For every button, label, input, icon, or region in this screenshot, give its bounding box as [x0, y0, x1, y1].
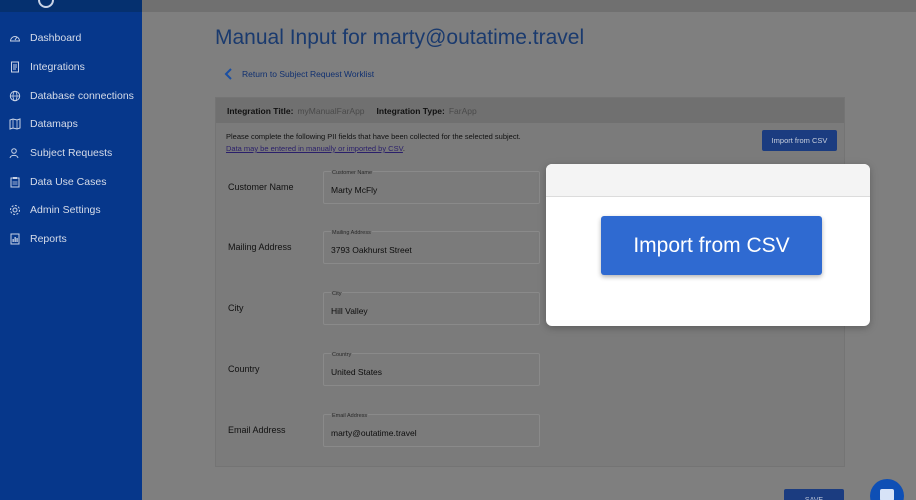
sidebar-item-label: Admin Settings [30, 204, 101, 217]
import-csv-button[interactable]: Import from CSV [762, 130, 837, 151]
back-link-label: Return to Subject Request Worklist [242, 69, 375, 79]
gauge-icon [9, 36, 21, 42]
customer-name-field[interactable]: Customer Name Marty McFly [323, 170, 540, 204]
sidebar-item-subject-requests[interactable]: Subject Requests [0, 139, 142, 168]
sidebar-item-label: Subject Requests [30, 147, 113, 160]
report-icon [10, 233, 20, 245]
top-bar [142, 0, 916, 12]
field-legend: Country [331, 352, 353, 358]
gear-icon [10, 205, 20, 216]
field-row-email-address: Email Address Email Address marty@outati… [216, 413, 844, 454]
sidebar-item-datamaps[interactable]: Datamaps [0, 110, 142, 139]
import-csv-button-highlighted[interactable]: Import from CSV [601, 216, 822, 275]
field-value: United States [331, 367, 383, 377]
sidebar: Dashboard Integrations Database connecti… [0, 0, 142, 500]
sidebar-item-label: Dashboard [30, 32, 82, 45]
field-legend: Customer Name [331, 170, 374, 176]
integration-title-value: myManualFarApp [297, 105, 365, 116]
highlight-band [546, 164, 870, 197]
integration-type-value: FarApp [448, 105, 477, 116]
instructions: Please complete the following PII fields… [226, 131, 521, 155]
chevron-left-icon [224, 68, 232, 80]
field-value: marty@outatime.travel [331, 428, 417, 438]
sidebar-item-admin-settings[interactable]: Admin Settings [0, 196, 142, 225]
city-field[interactable]: City Hill Valley [323, 291, 540, 325]
person-icon [9, 148, 19, 159]
instructions-link[interactable]: Data may be entered in manually or impor… [226, 144, 403, 153]
logo-icon[interactable] [38, 0, 54, 8]
document-icon [11, 61, 19, 73]
sidebar-item-dashboard[interactable]: Dashboard [0, 24, 142, 53]
field-value: 3793 Oakhurst Street [331, 245, 412, 255]
sidebar-item-database-connections[interactable]: Database connections [0, 81, 142, 110]
page-title: Manual Input for marty@outatime.travel [215, 26, 585, 49]
field-legend: Mailing Address [331, 230, 372, 236]
field-value: Marty McFly [331, 185, 378, 195]
instructions-text: Please complete the following PII fields… [226, 132, 521, 141]
field-label: Customer Name [228, 182, 294, 192]
field-legend: City [331, 291, 343, 297]
sidebar-nav: Dashboard Integrations Database connecti… [0, 24, 142, 254]
sidebar-item-label: Database connections [30, 89, 134, 102]
sidebar-item-label: Reports [30, 233, 67, 246]
sidebar-item-label: Data Use Cases [30, 175, 107, 188]
country-field[interactable]: Country United States [323, 352, 540, 386]
globe-icon [9, 90, 21, 101]
field-label: Country [228, 364, 260, 374]
clipboard-icon [10, 176, 20, 188]
sidebar-item-integrations[interactable]: Integrations [0, 53, 142, 82]
field-label: City [228, 303, 244, 313]
instructions-period: . [402, 144, 405, 153]
email-address-field[interactable]: Email Address marty@outatime.travel [323, 413, 540, 447]
sidebar-item-reports[interactable]: Reports [0, 225, 142, 254]
mailing-address-field[interactable]: Mailing Address 3793 Oakhurst Street [323, 230, 540, 264]
field-label: Email Address [228, 425, 286, 435]
card-header: Integration Title: myManualFarApp Integr… [216, 98, 844, 123]
sidebar-item-label: Integrations [30, 61, 85, 74]
save-button[interactable]: SAVE [784, 489, 844, 500]
field-label: Mailing Address [228, 242, 292, 252]
sidebar-item-label: Datamaps [30, 118, 78, 131]
integration-type-label: Integration Type: [376, 105, 445, 116]
field-legend: Email Address [331, 413, 369, 419]
sidebar-header [0, 0, 142, 12]
map-icon [9, 118, 21, 131]
chat-widget[interactable] [870, 479, 904, 500]
highlight-callout: Import from CSV [546, 164, 870, 326]
chat-icon [880, 489, 894, 500]
integration-title-label: Integration Title: [227, 105, 294, 116]
back-link[interactable]: Return to Subject Request Worklist [224, 68, 374, 80]
sidebar-item-data-use-cases[interactable]: Data Use Cases [0, 167, 142, 196]
field-value: Hill Valley [331, 306, 368, 316]
field-row-country: Country Country United States [216, 352, 844, 393]
